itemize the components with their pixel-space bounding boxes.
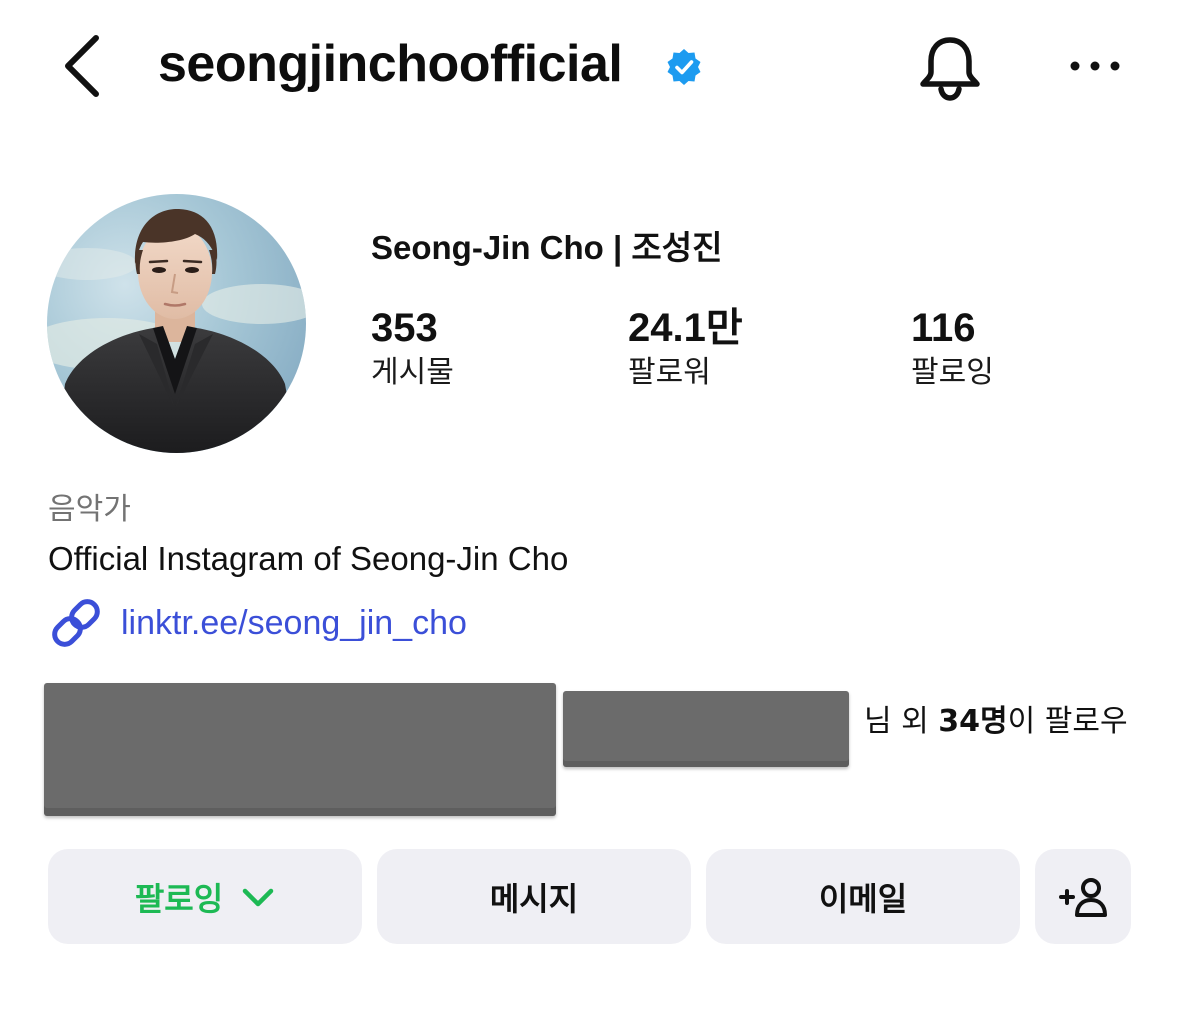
redacted-follower-names bbox=[563, 691, 849, 767]
following-stat[interactable]: 116 팔로잉 bbox=[911, 304, 994, 394]
mutual-followers-text[interactable]: 님 외 34명이 팔로우 bbox=[864, 700, 1128, 744]
following-button[interactable]: 팔로잉 bbox=[48, 849, 362, 944]
profile-category: 음악가 bbox=[48, 492, 131, 527]
add-user-icon bbox=[1059, 877, 1107, 917]
mutual-followers-suffix: 이 팔로우 bbox=[1007, 704, 1128, 739]
redacted-follower-avatars bbox=[44, 683, 556, 816]
mutual-followers-count: 34명 bbox=[938, 704, 1008, 739]
suggest-users-button[interactable] bbox=[1035, 849, 1131, 944]
mutual-followers-prefix: 님 외 bbox=[864, 704, 939, 739]
following-count: 116 bbox=[911, 306, 976, 350]
link-icon bbox=[52, 599, 100, 647]
more-options-button[interactable] bbox=[1066, 54, 1124, 78]
bio-link[interactable]: linktr.ee/seong_jin_cho bbox=[48, 598, 467, 648]
notification-bell-button[interactable] bbox=[916, 32, 984, 102]
bio-text: Official Instagram of Seong-Jin Cho bbox=[48, 540, 569, 577]
posts-count: 353 bbox=[371, 306, 438, 350]
bio-link-text: linktr.ee/seong_jin_cho bbox=[121, 604, 467, 642]
avatar[interactable] bbox=[47, 194, 306, 453]
email-button-label: 이메일 bbox=[818, 879, 908, 918]
following-button-label: 팔로잉 bbox=[134, 879, 224, 918]
followers-label: 팔로워 bbox=[628, 355, 711, 390]
email-button[interactable]: 이메일 bbox=[706, 849, 1020, 944]
avatar-image bbox=[47, 194, 306, 453]
verified-badge-icon bbox=[667, 49, 701, 85]
back-button[interactable] bbox=[56, 30, 116, 102]
chevron-left-icon bbox=[65, 35, 99, 97]
profile-username: seongjinchoofficial bbox=[158, 35, 623, 93]
more-horizontal-icon bbox=[1070, 61, 1120, 71]
followers-count: 24.1만 bbox=[628, 306, 743, 350]
chevron-down-icon bbox=[242, 888, 274, 906]
bell-icon bbox=[920, 37, 980, 101]
display-name: Seong-Jin Cho | 조성진 bbox=[371, 229, 723, 266]
following-label: 팔로잉 bbox=[911, 355, 994, 390]
message-button[interactable]: 메시지 bbox=[377, 849, 691, 944]
followers-stat[interactable]: 24.1만 팔로워 bbox=[628, 304, 743, 394]
posts-stat[interactable]: 353 게시물 bbox=[371, 304, 454, 394]
posts-label: 게시물 bbox=[371, 355, 454, 390]
message-button-label: 메시지 bbox=[489, 879, 579, 918]
